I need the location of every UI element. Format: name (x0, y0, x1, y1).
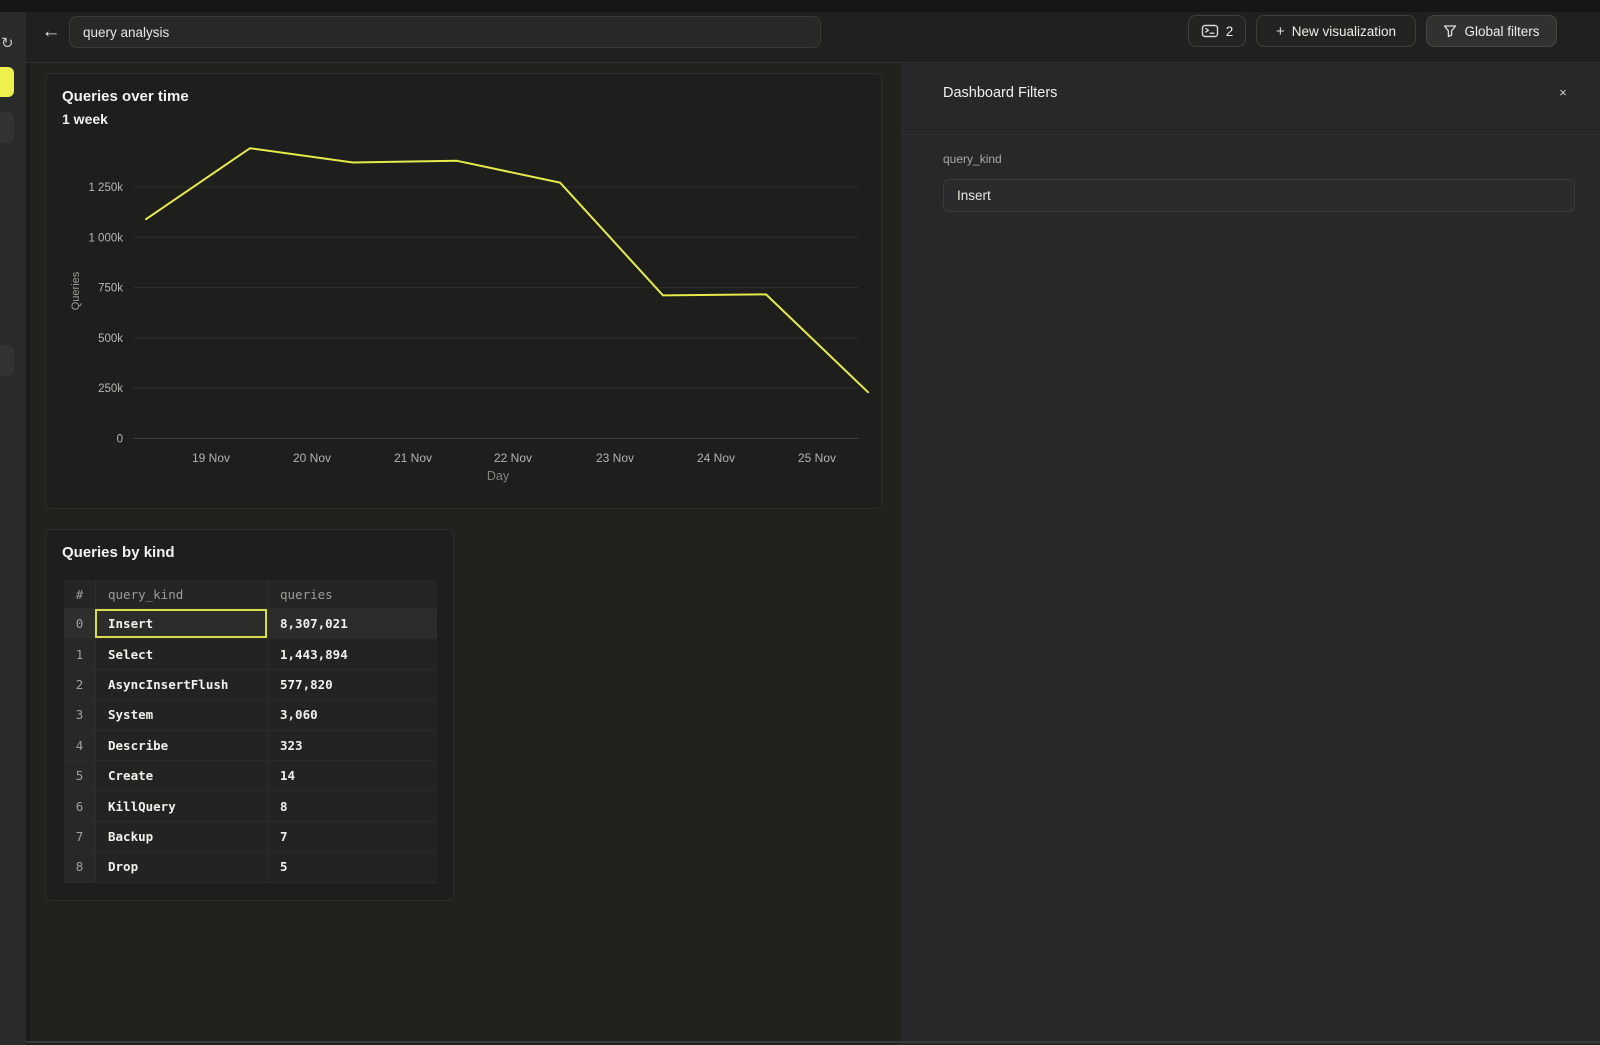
sidebar-item[interactable] (0, 345, 14, 376)
svg-text:750k: 750k (98, 283, 123, 295)
svg-text:0: 0 (117, 434, 123, 446)
query-kind-cell[interactable]: Describe (95, 731, 267, 760)
column-header-queries: queries (267, 580, 437, 608)
row-index-cell: 0 (64, 609, 95, 638)
query-kind-cell[interactable]: System (95, 700, 267, 729)
table-row: 1Select1,443,894 (64, 639, 437, 669)
global-filters-label: Global filters (1464, 24, 1539, 39)
query-kind-cell[interactable]: AsyncInsertFlush (95, 670, 267, 699)
svg-text:Queries: Queries (70, 271, 82, 310)
queries-value-cell[interactable]: 1,443,894 (267, 639, 437, 668)
svg-text:25 Nov: 25 Nov (798, 451, 836, 465)
dashboard-filters-panel: Dashboard Filters × query_kind (901, 63, 1600, 1045)
svg-text:20 Nov: 20 Nov (293, 451, 331, 465)
new-visualization-label: New visualization (1292, 24, 1396, 39)
sidebar-item-active[interactable] (0, 67, 14, 97)
query-kind-cell[interactable]: Drop (95, 852, 267, 881)
queries-value-cell[interactable]: 3,060 (267, 700, 437, 729)
row-index-cell: 5 (64, 761, 95, 790)
svg-text:23 Nov: 23 Nov (596, 451, 634, 465)
queries-over-time-card: Queries over time 1 week 0250k500k750k1 … (45, 73, 882, 509)
queries-value-cell[interactable]: 577,820 (267, 670, 437, 699)
left-sidebar: ↻ (0, 12, 26, 1045)
console-icon (1201, 22, 1219, 40)
table-row: 0Insert8,307,021 (64, 609, 437, 639)
new-visualization-button[interactable]: + New visualization (1256, 15, 1416, 47)
queries-value-cell[interactable]: 8 (267, 791, 437, 820)
svg-text:250k: 250k (98, 383, 123, 395)
svg-text:1 000k: 1 000k (88, 232, 123, 244)
queries-by-kind-card: Queries by kind #query_kindqueries 0Inse… (45, 529, 454, 901)
queries-value-cell[interactable]: 8,307,021 (267, 609, 437, 638)
console-count-button[interactable]: 2 (1188, 15, 1246, 47)
table-row: 5Create14 (64, 761, 437, 791)
topbar: ← 2 + New visualization Global filters (26, 12, 1600, 63)
queries-value-cell[interactable]: 5 (267, 852, 437, 881)
sidebar-item[interactable] (0, 112, 14, 143)
column-header-query_kind: query_kind (95, 580, 267, 608)
svg-text:22 Nov: 22 Nov (494, 451, 532, 465)
queries-over-time-chart[interactable]: 0 250k 500k 750k 1 000k 1 250k 19 Nov 20 Nov 21 … (46, 74, 883, 510)
row-index-cell: 8 (64, 852, 95, 881)
sidebar-shadow (26, 63, 30, 1045)
table-row: 3System3,060 (64, 700, 437, 730)
row-index-cell: 6 (64, 791, 95, 820)
query-kind-cell[interactable]: Backup (95, 822, 267, 851)
panel-title: Dashboard Filters (943, 85, 1057, 101)
table-row: 8Drop5 (64, 852, 437, 882)
row-index-cell: 2 (64, 670, 95, 699)
table-row: 6KillQuery8 (64, 791, 437, 821)
back-button[interactable]: ← (38, 19, 64, 45)
global-filters-button[interactable]: Global filters (1426, 15, 1557, 47)
table-row: 2AsyncInsertFlush577,820 (64, 670, 437, 700)
queries-value-cell[interactable]: 14 (267, 761, 437, 790)
table-row: 7Backup7 (64, 822, 437, 852)
queries-value-cell[interactable]: 7 (267, 822, 437, 851)
query-kind-filter-input[interactable] (943, 179, 1575, 212)
row-index-cell: 1 (64, 639, 95, 668)
filter-field-label: query_kind (943, 152, 1002, 166)
query-kind-cell[interactable]: Select (95, 639, 267, 668)
bottom-edge (26, 1041, 1600, 1043)
query-kind-cell[interactable]: Create (95, 761, 267, 790)
table-title: Queries by kind (62, 544, 175, 561)
table-row: 4Describe323 (64, 731, 437, 761)
svg-text:Day: Day (487, 469, 510, 483)
refresh-icon[interactable]: ↻ (1, 34, 14, 52)
table-header-row: #query_kindqueries (64, 580, 437, 609)
column-header-#: # (64, 580, 95, 608)
visualization-count: 2 (1226, 24, 1234, 39)
svg-text:19 Nov: 19 Nov (192, 451, 230, 465)
table-body: 0Insert8,307,0211Select1,443,8942AsyncIn… (64, 609, 437, 883)
query-kind-cell[interactable]: Insert (95, 609, 267, 638)
close-icon[interactable]: × (1552, 81, 1574, 103)
row-index-cell: 7 (64, 822, 95, 851)
window-top-strip (0, 0, 1600, 12)
row-index-cell: 4 (64, 731, 95, 760)
svg-text:21 Nov: 21 Nov (394, 451, 432, 465)
svg-text:24 Nov: 24 Nov (697, 451, 735, 465)
plus-icon: + (1276, 24, 1285, 39)
dashboard-app: ↻ ← 2 + New visualization (0, 0, 1600, 1045)
svg-text:500k: 500k (98, 333, 123, 345)
panel-divider (901, 134, 1600, 135)
filter-funnel-icon (1443, 24, 1457, 38)
dashboard-title-input[interactable] (69, 16, 821, 48)
queries-value-cell[interactable]: 323 (267, 731, 437, 760)
queries-by-kind-table: #query_kindqueries 0Insert8,307,0211Sele… (64, 580, 437, 883)
row-index-cell: 3 (64, 700, 95, 729)
svg-text:1 250k: 1 250k (88, 182, 123, 194)
query-kind-cell[interactable]: KillQuery (95, 791, 267, 820)
